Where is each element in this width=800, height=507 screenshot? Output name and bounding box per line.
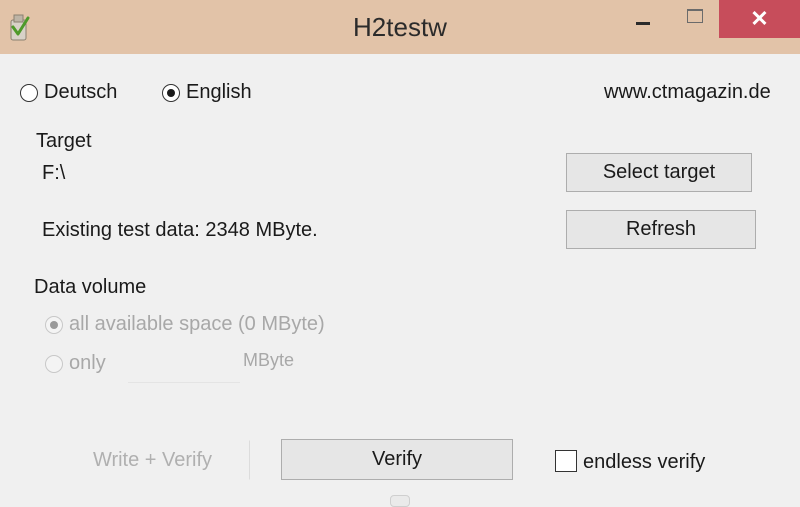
radio-circle-selected — [45, 315, 63, 334]
close-button[interactable]: ✕ — [719, 0, 800, 38]
maximize-button[interactable] — [672, 0, 718, 38]
target-path: F:\ — [42, 162, 66, 184]
verify-button[interactable]: Verify — [281, 439, 513, 480]
volume-all-label: all available space (0 MByte) — [69, 313, 325, 335]
write-verify-button[interactable]: Write + Verify — [55, 440, 250, 480]
select-target-button[interactable]: Select target — [566, 153, 752, 192]
only-mbyte-input[interactable] — [128, 352, 240, 383]
volume-only-radio[interactable]: only — [45, 352, 106, 375]
title-bar: H2testw ✕ — [0, 0, 800, 54]
refresh-button[interactable]: Refresh — [566, 210, 756, 249]
h2testw-app-icon — [10, 14, 30, 41]
mbyte-unit-label: MByte — [243, 350, 295, 370]
endless-verify-checkbox[interactable] — [555, 450, 577, 472]
endless-verify-label: endless verify — [583, 451, 706, 473]
language-deutsch-radio[interactable]: Deutsch — [20, 81, 117, 104]
language-english-radio[interactable]: English — [162, 81, 252, 104]
radio-circle-selected — [162, 83, 180, 102]
existing-data-text: Existing test data: 2348 MByte. — [42, 219, 318, 241]
resize-grip — [390, 495, 410, 507]
radio-circle — [45, 354, 63, 373]
volume-all-radio[interactable]: all available space (0 MByte) — [45, 313, 325, 336]
data-volume-label: Data volume — [34, 276, 147, 298]
website-link[interactable]: www.ctmagazin.de — [604, 81, 771, 104]
target-label: Target — [36, 130, 92, 152]
volume-only-label: only — [69, 352, 106, 374]
radio-label-deutsch: Deutsch — [44, 81, 118, 103]
close-icon: ✕ — [750, 6, 769, 31]
radio-label-english: English — [186, 81, 252, 103]
minimize-button[interactable] — [620, 0, 666, 38]
radio-circle — [20, 83, 38, 102]
